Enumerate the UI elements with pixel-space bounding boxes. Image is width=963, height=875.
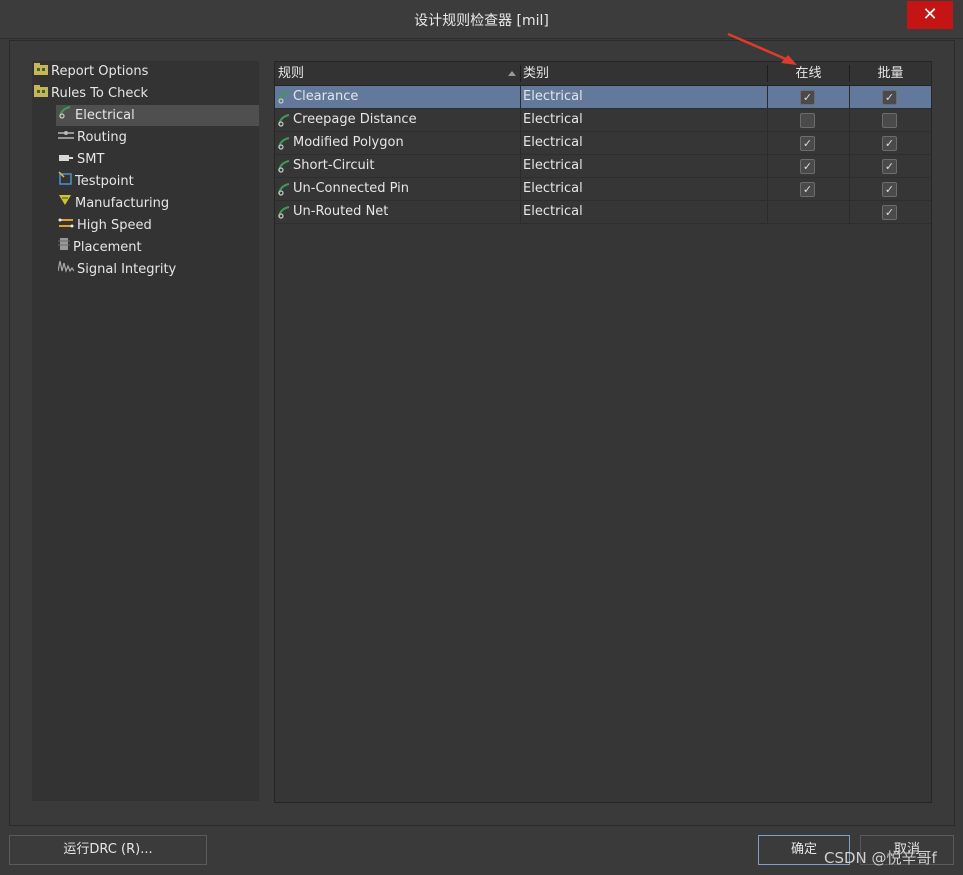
column-divider [849, 132, 850, 154]
column-divider [849, 201, 850, 223]
folder-icon [34, 61, 48, 82]
rule-name: Short-Circuit [293, 158, 375, 173]
table-row[interactable]: Short-Circuit Electrical [275, 155, 931, 178]
close-button[interactable]: ✕ [907, 1, 953, 29]
online-checkbox[interactable] [800, 136, 815, 151]
testpoint-icon [58, 171, 72, 192]
column-divider [520, 178, 521, 200]
online-checkbox[interactable] [800, 159, 815, 174]
tree-item-label: Manufacturing [75, 196, 170, 211]
sort-ascending-icon [508, 71, 516, 76]
rule-name: Clearance [293, 89, 359, 104]
tree-item-label: Signal Integrity [77, 262, 177, 277]
title-bar: 设计规则检查器 [mil] ✕ [0, 0, 963, 39]
tree-item-rules-to-check[interactable]: Rules To Check [32, 83, 259, 104]
electrical-rule-icon [58, 105, 72, 126]
electrical-rule-icon [277, 205, 291, 223]
tree-item-label: Testpoint [75, 174, 134, 189]
tree-item-label: SMT [77, 152, 105, 167]
header-rule[interactable]: 规则 [278, 62, 304, 85]
rule-name: Creepage Distance [293, 112, 417, 127]
tree-item-label: Placement [73, 240, 142, 255]
column-divider[interactable] [520, 65, 521, 82]
rules-grid: 规则 类别 在线 批量 ClearanceElectricalCreepage … [274, 61, 932, 803]
tree-item-label: Routing [77, 130, 127, 145]
rule-category: Electrical [523, 204, 583, 219]
column-divider [767, 178, 768, 200]
online-checkbox[interactable] [800, 113, 815, 128]
column-divider [520, 132, 521, 154]
rule-category: Electrical [523, 181, 583, 196]
folder-icon [34, 83, 48, 104]
table-row[interactable]: Un-Connected Pin Electrical [275, 178, 931, 201]
rule-category-tree: Report Options Rules To Check Electrical Ro… [32, 61, 259, 801]
tree-item-label: Electrical [75, 108, 135, 123]
column-divider [849, 155, 850, 177]
tree-item-electrical[interactable]: Electrical [56, 105, 259, 126]
tree-item-signal-integrity[interactable]: Signal Integrity [56, 259, 259, 280]
tree-item-label: Report Options [51, 64, 149, 79]
electrical-rule-icon [277, 113, 291, 131]
routing-icon [58, 127, 74, 148]
tree-item-report-options[interactable]: Report Options [32, 61, 259, 82]
column-divider [520, 109, 521, 131]
column-divider [767, 109, 768, 131]
rule-name: Un-Connected Pin [293, 181, 409, 196]
column-divider [767, 155, 768, 177]
online-checkbox[interactable] [800, 90, 815, 105]
electrical-rule-icon [277, 182, 291, 200]
column-divider [520, 155, 521, 177]
column-divider [520, 86, 521, 108]
column-divider [767, 201, 768, 223]
tree-item-label: Rules To Check [51, 86, 149, 101]
column-divider [849, 178, 850, 200]
close-icon: ✕ [922, 4, 938, 25]
window-title: 设计规则检查器 [mil] [414, 13, 549, 29]
rule-name: Modified Polygon [293, 135, 404, 150]
tree-item-manufacturing[interactable]: Manufacturing [56, 193, 259, 214]
rule-category: Electrical [523, 158, 583, 173]
manufacturing-icon [58, 193, 72, 214]
header-category[interactable]: 类别 [523, 62, 549, 85]
header-batch[interactable]: 批量 [850, 62, 931, 85]
electrical-rule-icon [277, 90, 291, 108]
batch-checkbox[interactable] [882, 90, 897, 105]
batch-checkbox[interactable] [882, 182, 897, 197]
tree-item-smt[interactable]: SMT [56, 149, 259, 170]
tree-item-high-speed[interactable]: High Speed [56, 215, 259, 236]
electrical-rule-icon [277, 136, 291, 154]
table-row[interactable]: Un-Routed Net Electrical [275, 201, 931, 224]
electrical-rule-icon [277, 159, 291, 177]
table-row[interactable]: Creepage Distance Electrical [275, 109, 931, 132]
column-divider [767, 86, 768, 108]
batch-checkbox[interactable] [882, 205, 897, 220]
column-divider [520, 201, 521, 223]
batch-checkbox[interactable] [882, 113, 897, 128]
column-divider [849, 86, 850, 108]
column-divider [767, 132, 768, 154]
signal-integrity-icon [57, 259, 75, 280]
rule-name: Un-Routed Net [293, 204, 389, 219]
smt-icon [58, 149, 74, 170]
table-row[interactable]: Clearance Electrical [275, 86, 931, 109]
tree-item-label: High Speed [77, 218, 152, 233]
placement-icon [58, 237, 70, 258]
watermark: CSDN @悦辛哥f [824, 849, 937, 867]
batch-checkbox[interactable] [882, 136, 897, 151]
header-online[interactable]: 在线 [768, 62, 849, 85]
rule-category: Electrical [523, 135, 583, 150]
rule-category: Electrical [523, 112, 583, 127]
tree-item-routing[interactable]: Routing [56, 127, 259, 148]
rule-category: Electrical [523, 89, 583, 104]
tree-item-testpoint[interactable]: Testpoint [56, 171, 259, 192]
run-drc-button[interactable]: 运行DRC (R)... [9, 835, 207, 865]
table-row[interactable]: Modified Polygon Electrical [275, 132, 931, 155]
batch-checkbox[interactable] [882, 159, 897, 174]
grid-header: 规则 类别 在线 批量 [275, 62, 931, 86]
online-checkbox[interactable] [800, 182, 815, 197]
tree-item-placement[interactable]: Placement [56, 237, 259, 258]
column-divider [849, 109, 850, 131]
high-speed-icon [58, 215, 74, 236]
